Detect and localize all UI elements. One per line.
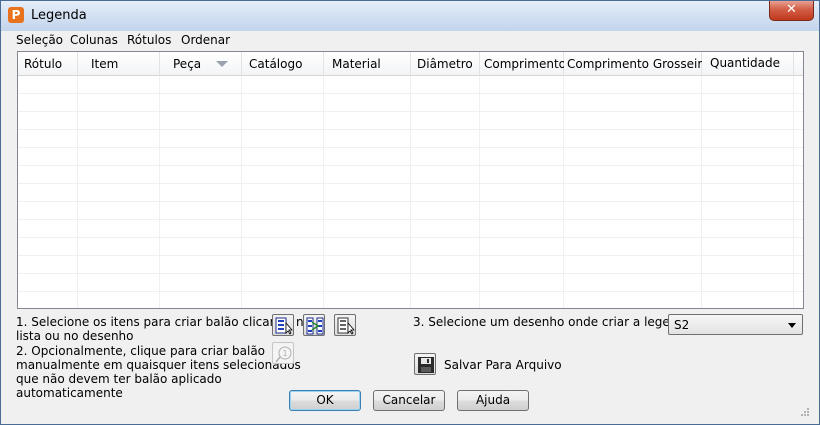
menu-bar: Seleção Colunas Rótulos Ordenar (8, 31, 812, 49)
close-icon: ✕ (786, 2, 797, 17)
grid-line (793, 76, 794, 308)
column-header-diametro[interactable]: Diâmetro (411, 52, 480, 76)
help-button[interactable]: Ajuda (457, 390, 529, 411)
list-select-icon (275, 317, 293, 335)
floppy-disk-icon (418, 357, 434, 373)
step2-instruction: 2. Opcionalmente, clique para criar balã… (16, 344, 301, 400)
legend-dialog: P Legenda ✕ Seleção Colunas Rótulos Orde… (0, 0, 820, 425)
balloon-selected-button[interactable] (334, 314, 356, 336)
title-bar[interactable]: P Legenda ✕ (1, 1, 819, 31)
grid-line (241, 76, 242, 308)
menu-selecao[interactable]: Seleção (16, 33, 63, 47)
save-to-file-button[interactable] (414, 353, 436, 375)
select-items-button[interactable] (272, 314, 294, 336)
column-header-rotulo[interactable]: Rótulo (18, 52, 78, 76)
svg-text:1: 1 (282, 349, 287, 358)
cancel-button[interactable]: Cancelar (373, 390, 445, 411)
grid-line (77, 76, 78, 308)
balloon-selected-icon (337, 317, 355, 335)
legend-table[interactable]: Rótulo Item Peça Catálogo Material Diâme… (17, 51, 804, 309)
menu-ordenar[interactable]: Ordenar (181, 33, 230, 47)
grid-line (159, 76, 160, 308)
column-header-quantidade[interactable]: Quantidade (702, 52, 794, 76)
drawing-select[interactable]: S2 (668, 314, 803, 335)
manual-balloon-icon: 1 (275, 346, 292, 363)
column-header-filler (794, 52, 803, 76)
ok-button[interactable]: OK (289, 390, 361, 411)
grid-line (701, 76, 702, 308)
column-header-peca[interactable]: Peça (160, 52, 242, 76)
step3-instruction: 3. Selecione um desenho onde criar a leg… (413, 315, 693, 329)
manual-balloon-button[interactable]: 1 (272, 342, 294, 364)
resize-grip-icon[interactable] (800, 407, 810, 417)
chevron-down-icon (788, 323, 796, 328)
drawing-select-value: S2 (674, 318, 690, 332)
grid-line (410, 76, 411, 308)
column-header-material[interactable]: Material (324, 52, 411, 76)
menu-colunas[interactable]: Colunas (70, 33, 118, 47)
save-to-file-label[interactable]: Salvar Para Arquivo (444, 358, 562, 372)
column-header-comprimento[interactable]: Comprimento (480, 52, 566, 76)
step1-instruction: 1. Selecione os itens para criar balão c… (16, 315, 311, 343)
grid-line (323, 76, 324, 308)
grid-line (479, 76, 480, 308)
column-header-item[interactable]: Item (78, 52, 160, 76)
grid-line (563, 76, 564, 308)
close-button[interactable]: ✕ (769, 1, 814, 21)
column-header-comprimento-grosseiro[interactable]: Comprimento Grosseiro (564, 52, 709, 76)
sort-descending-icon (216, 61, 228, 67)
balloon-all-icon (306, 317, 324, 335)
window-title: Legenda (31, 8, 87, 23)
app-icon: P (8, 7, 24, 23)
menu-rotulos[interactable]: Rótulos (127, 33, 171, 47)
balloon-all-button[interactable] (303, 314, 325, 336)
column-header-catalogo[interactable]: Catálogo (242, 52, 324, 76)
dialog-body: Seleção Colunas Rótulos Ordenar Rótulo I… (8, 31, 812, 419)
